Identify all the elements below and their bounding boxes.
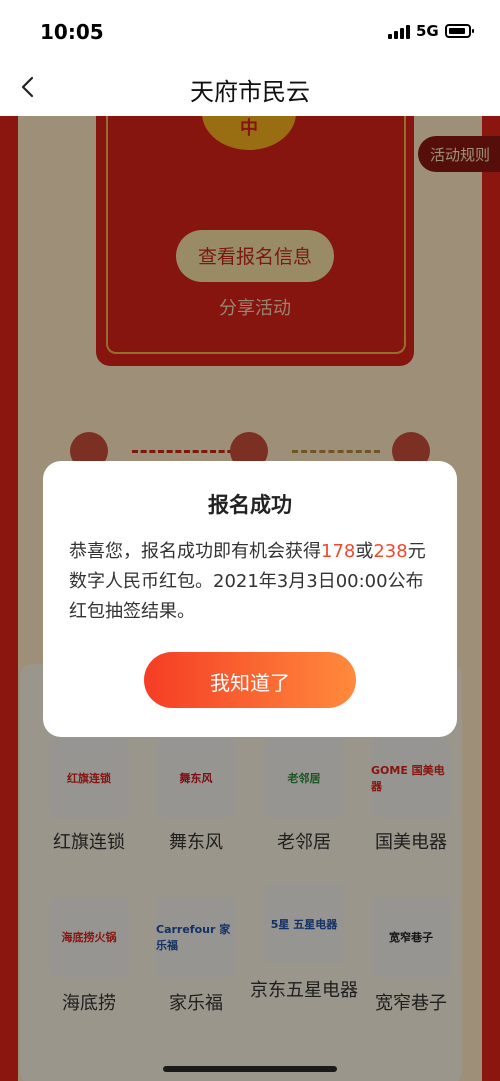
amount-178: 178 [321, 541, 356, 562]
nav-bar: 天府市民云 [0, 60, 500, 116]
page-title: 天府市民云 [190, 78, 310, 106]
message-or: 或 [355, 541, 374, 562]
got-it-label: 我知道了 [210, 671, 290, 695]
signup-success-dialog: 报名成功 恭喜您，报名成功即有机会获得178或238元数字人民币红包。2021年… [43, 461, 457, 737]
got-it-button[interactable]: 我知道了 [144, 652, 356, 708]
status-bar: 10:05 5G [0, 0, 500, 60]
battery-icon [445, 24, 474, 38]
dialog-title: 报名成功 [208, 493, 292, 517]
status-time: 10:05 [40, 20, 104, 44]
home-indicator[interactable] [163, 1066, 337, 1072]
amount-238: 238 [373, 541, 408, 562]
signal-icon [388, 25, 410, 39]
dialog-message: 恭喜您，报名成功即有机会获得178或238元数字人民币红包。2021年3月3日0… [69, 537, 439, 627]
message-prefix: 恭喜您，报名成功即有机会获得 [69, 541, 321, 562]
network-label: 5G [416, 22, 439, 40]
